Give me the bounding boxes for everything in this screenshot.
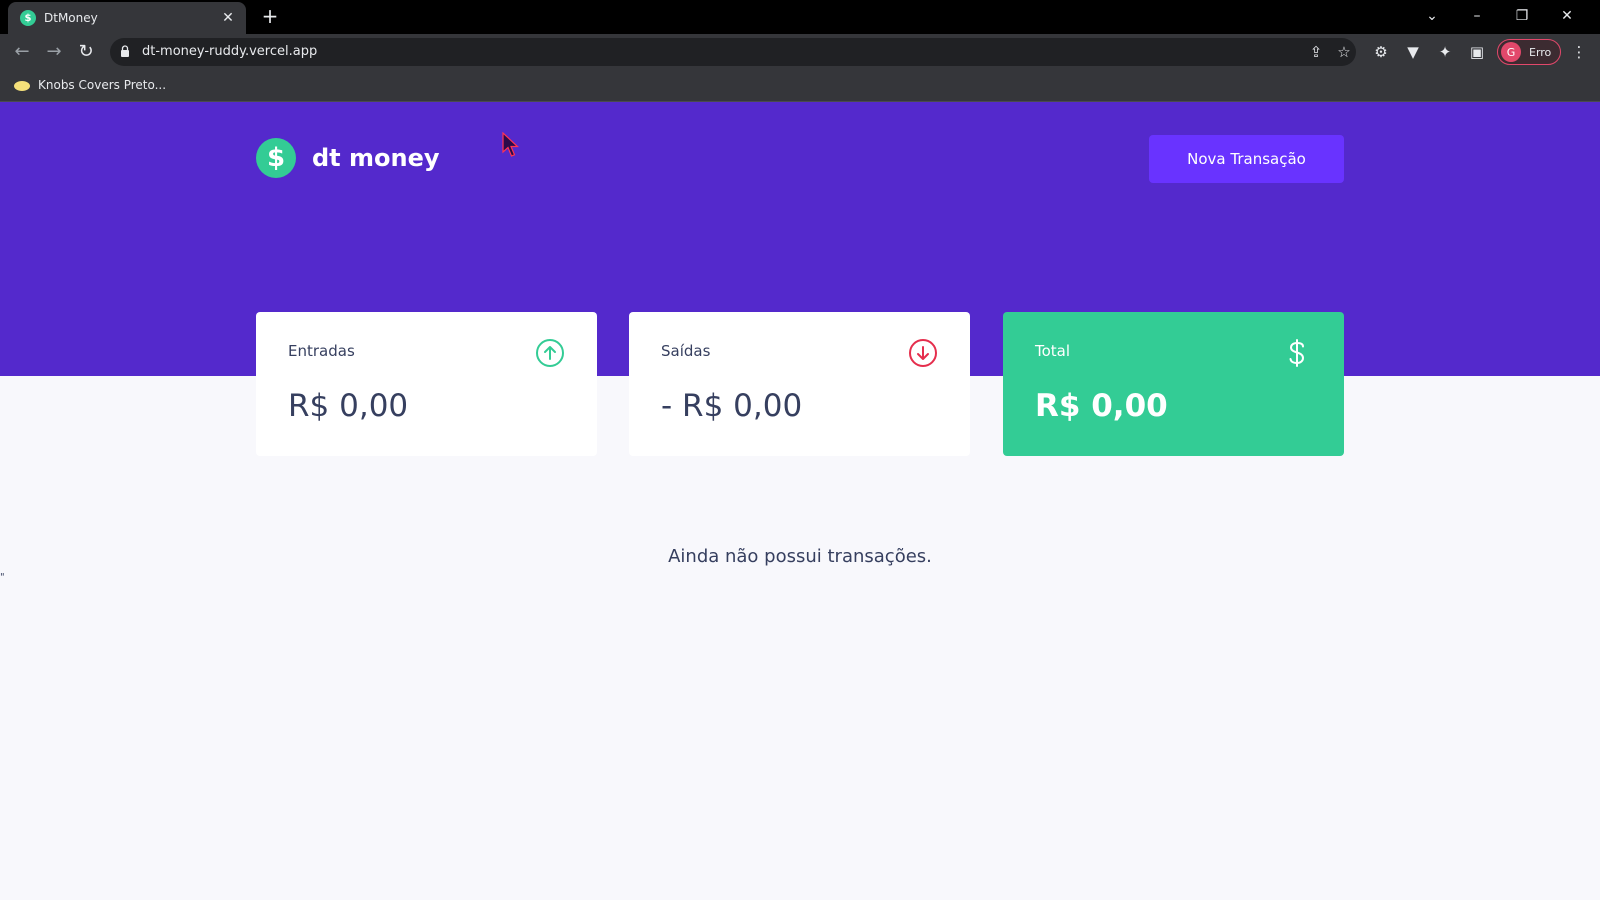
avatar: G <box>1501 42 1521 62</box>
menu-icon[interactable]: ⋮ <box>1568 41 1590 63</box>
puzzle-icon[interactable]: ✦ <box>1434 41 1456 63</box>
logo: $ dt money <box>256 138 440 178</box>
income-card-label: Entradas <box>288 342 355 360</box>
outcome-card-value: - R$ 0,00 <box>661 388 803 424</box>
stray-mark: " <box>0 572 5 583</box>
tab-close-icon[interactable]: ✕ <box>220 10 236 26</box>
back-icon[interactable]: ← <box>10 40 34 64</box>
total-card-label: Total <box>1035 342 1071 360</box>
browser-tab[interactable]: $ DtMoney ✕ <box>8 2 246 34</box>
restore-button[interactable]: ❐ <box>1508 4 1536 28</box>
browser-toolbar: ← → ↻ dt-money-ruddy.vercel.app ⇪ ☆ ⚙ ▼ … <box>0 34 1600 70</box>
share-icon[interactable]: ⇪ <box>1306 42 1326 62</box>
page-content: $ dt money Nova Transação Entradas R$ 0,… <box>0 102 1600 900</box>
new-tab-button[interactable]: + <box>260 5 280 27</box>
outcome-card-label: Saídas <box>661 342 711 360</box>
income-card-value: R$ 0,00 <box>288 388 409 424</box>
profile-button[interactable]: G Erro <box>1497 39 1561 65</box>
outcome-card: Saídas - R$ 0,00 <box>629 312 970 456</box>
reload-icon[interactable]: ↻ <box>74 40 98 64</box>
close-window-button[interactable]: ✕ <box>1553 4 1581 28</box>
minimize-button[interactable]: – <box>1463 4 1491 28</box>
new-transaction-button[interactable]: Nova Transação <box>1149 135 1344 183</box>
tab-favicon-icon: $ <box>20 10 36 26</box>
logo-text: dt money <box>312 144 440 172</box>
empty-transactions-message: Ainda não possui transações. <box>668 546 932 567</box>
sidepanel-icon[interactable]: ▣ <box>1466 41 1488 63</box>
total-card-value: R$ 0,00 <box>1035 388 1168 424</box>
mouse-cursor-icon <box>502 132 520 157</box>
star-icon[interactable]: ☆ <box>1334 42 1354 62</box>
browser-tab-strip: $ DtMoney ✕ + ⌄ – ❐ ✕ <box>0 0 1600 34</box>
extension-v-icon[interactable]: ▼ <box>1402 41 1424 63</box>
logo-dollar-icon: $ <box>256 138 296 178</box>
tab-title: DtMoney <box>44 11 98 25</box>
summary-cards: Entradas R$ 0,00 Saídas - R$ 0,00 Total … <box>256 312 1344 458</box>
tab-search-icon[interactable]: ⌄ <box>1418 4 1446 28</box>
profile-status-label: Erro <box>1529 45 1552 59</box>
dollar-icon <box>1289 339 1305 367</box>
income-card: Entradas R$ 0,00 <box>256 312 597 456</box>
arrow-down-circle-icon <box>909 339 937 367</box>
bookmark-favicon-icon <box>14 81 30 91</box>
settings-icon[interactable]: ⚙ <box>1370 41 1392 63</box>
lock-icon <box>121 45 129 57</box>
total-card: Total R$ 0,00 <box>1003 312 1344 456</box>
url-text: dt-money-ruddy.vercel.app <box>142 44 318 59</box>
arrow-up-circle-icon <box>536 339 564 367</box>
bookmark-item[interactable]: Knobs Covers Preto... <box>38 78 166 92</box>
address-bar[interactable]: dt-money-ruddy.vercel.app ⇪ ☆ <box>110 38 1356 66</box>
forward-icon[interactable]: → <box>42 40 66 64</box>
bookmarks-bar: Knobs Covers Preto... <box>0 70 1600 102</box>
